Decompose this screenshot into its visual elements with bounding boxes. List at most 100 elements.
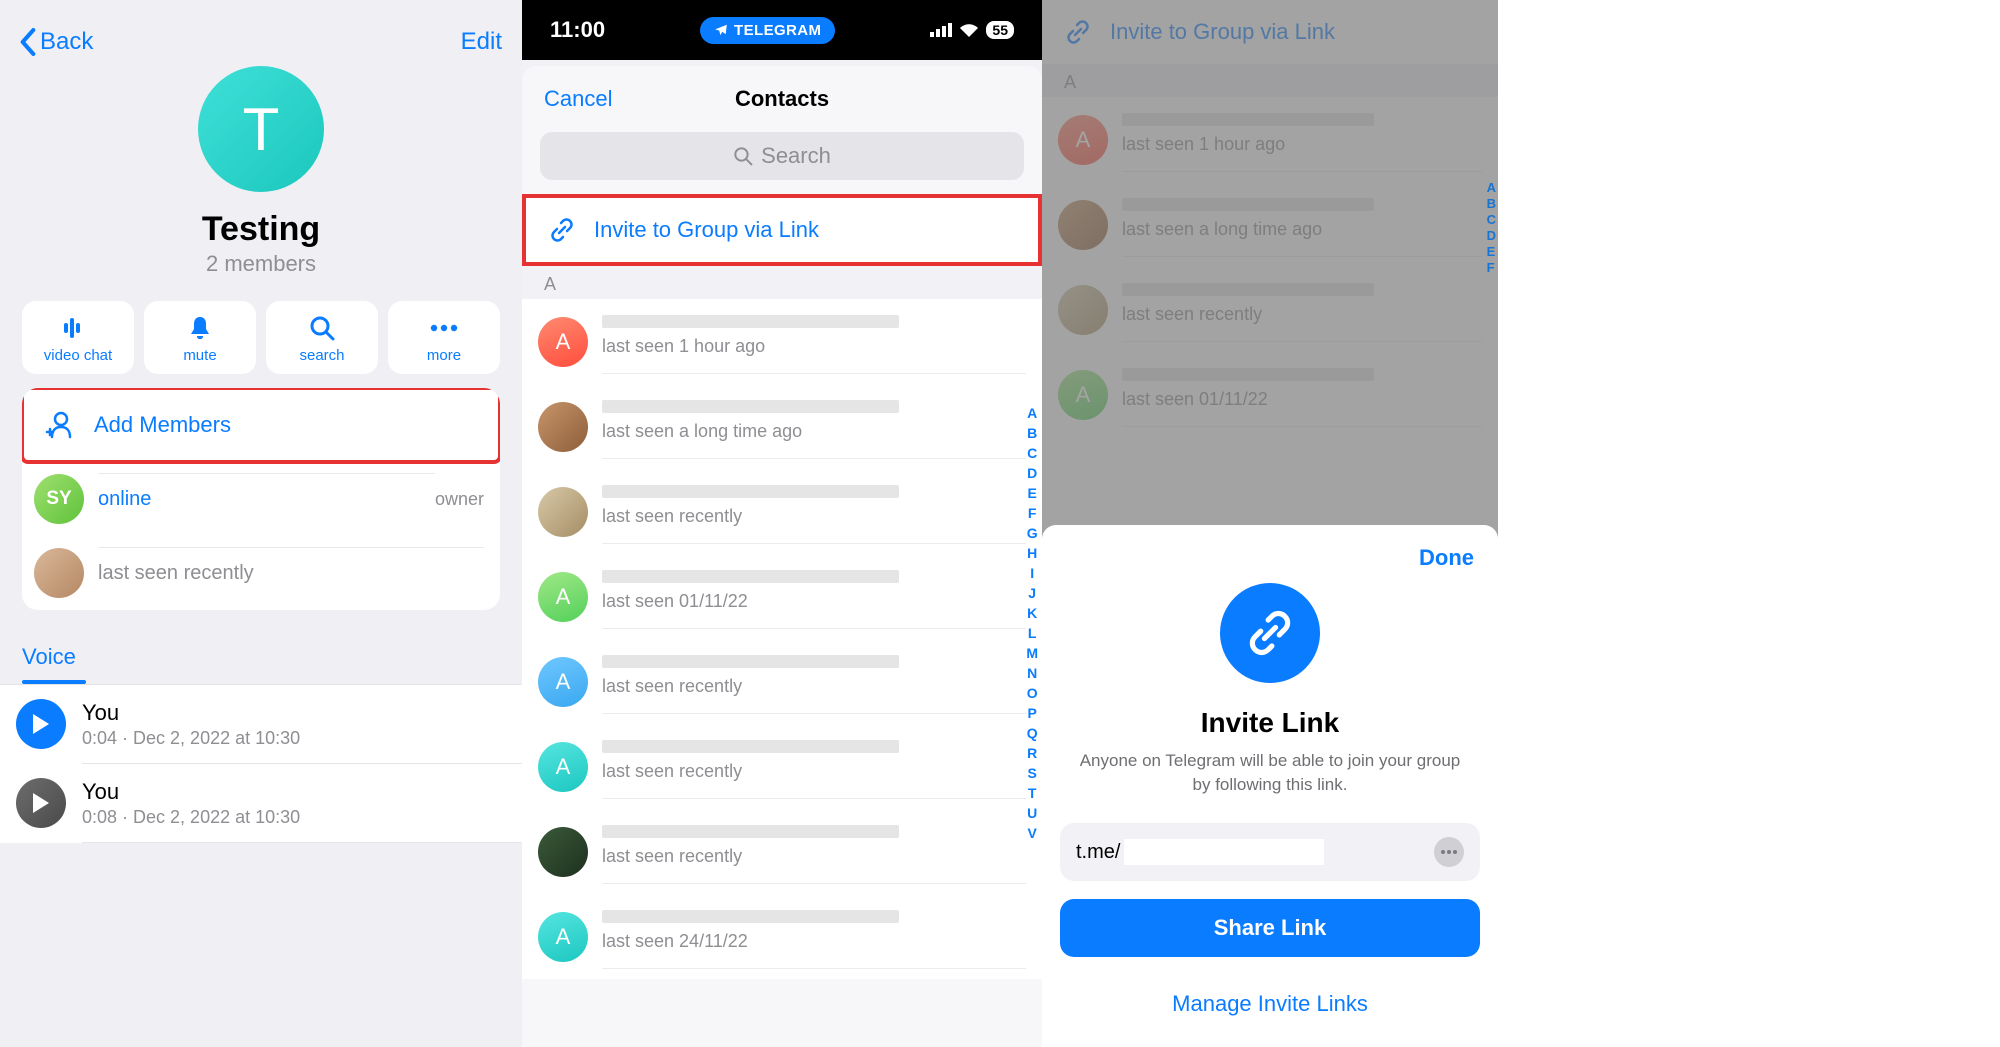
invite-link-heading: Invite Link (1042, 707, 1498, 739)
index-letter[interactable]: U (1026, 804, 1038, 822)
index-letter[interactable]: T (1026, 784, 1038, 802)
search-button[interactable]: search (266, 301, 378, 374)
member-status: online (98, 488, 435, 511)
contact-row[interactable]: last seen a long time ago (522, 384, 1042, 469)
link-options-button[interactable] (1434, 837, 1464, 867)
section-header: A (522, 266, 1042, 299)
index-letter[interactable]: F (1026, 504, 1038, 522)
index-rail: ABCDEF (1487, 180, 1496, 276)
contact-name-redacted (602, 740, 899, 753)
index-letter[interactable]: E (1026, 484, 1038, 502)
contact-row[interactable]: Alast seen recently (522, 724, 1042, 809)
member-row[interactable]: SY online owner (22, 462, 500, 536)
search-icon (733, 146, 753, 166)
contact-name-redacted (602, 825, 899, 838)
invite-link-sheet: Done Invite Link Anyone on Telegram will… (1042, 525, 1498, 1047)
voice-meta: 0:04 · Dec 2, 2022 at 10:30 (82, 728, 300, 749)
cancel-button[interactable]: Cancel (544, 86, 612, 112)
invite-via-link-button[interactable]: Invite to Group via Link (522, 194, 1042, 266)
more-label: more (388, 347, 500, 364)
contact-name-redacted (602, 655, 899, 668)
video-chat-label: video chat (22, 347, 134, 364)
avatar (34, 548, 84, 598)
action-bar: video chat mute search more (0, 301, 522, 374)
voice-item[interactable]: You0:08 · Dec 2, 2022 at 10:30 (0, 764, 522, 842)
index-letter[interactable]: A (1026, 404, 1038, 422)
app-pill: TELEGRAM (700, 17, 835, 44)
index-letter[interactable]: C (1026, 444, 1038, 462)
index-letter[interactable]: K (1026, 604, 1038, 622)
contact-status: last seen 1 hour ago (602, 336, 1026, 357)
contact-row[interactable]: Alast seen 24/11/22 (522, 894, 1042, 979)
video-chat-button[interactable]: video chat (22, 301, 134, 374)
play-icon[interactable] (16, 699, 66, 749)
index-letter[interactable]: M (1026, 644, 1038, 662)
index-letter[interactable]: Q (1026, 724, 1038, 742)
contact-row[interactable]: Alast seen 1 hour ago (522, 299, 1042, 384)
member-row[interactable]: last seen recently (22, 536, 500, 610)
avatar: SY (34, 474, 84, 524)
contact-row[interactable]: last seen recently (522, 809, 1042, 894)
voice-item[interactable]: You0:04 · Dec 2, 2022 at 10:30 (0, 685, 522, 763)
bell-icon (144, 313, 256, 343)
contact-status: last seen 24/11/22 (602, 931, 1026, 952)
voice-tab[interactable]: Voice (22, 644, 76, 684)
contact-status: last seen 01/11/22 (602, 591, 1026, 612)
contact-status: last seen recently (602, 506, 1026, 527)
contact-status: last seen recently (602, 846, 1026, 867)
battery-icon: 55 (986, 21, 1014, 39)
contact-status: last seen a long time ago (602, 421, 1026, 442)
index-letter[interactable]: N (1026, 664, 1038, 682)
member-role: owner (435, 489, 484, 510)
index-letter[interactable]: D (1026, 464, 1038, 482)
contact-row[interactable]: Alast seen 01/11/22 (522, 554, 1042, 639)
member-count: 2 members (0, 251, 522, 277)
contact-row[interactable]: Alast seen recently (522, 639, 1042, 724)
mute-button[interactable]: mute (144, 301, 256, 374)
more-button[interactable]: more (388, 301, 500, 374)
contact-list: Alast seen 1 hour ago last seen a long ti… (522, 299, 1042, 979)
status-bar: 11:00 TELEGRAM 55 (522, 0, 1042, 60)
members-card: Add Members SY online owner last seen re… (22, 388, 500, 610)
back-button[interactable]: Back (20, 28, 93, 56)
search-label: search (266, 347, 378, 364)
telegram-icon (714, 23, 728, 37)
index-letter[interactable]: R (1026, 744, 1038, 762)
index-letter: F (1487, 260, 1496, 276)
contact-name-redacted (602, 315, 899, 328)
link-suffix-redacted (1124, 839, 1324, 865)
index-letter[interactable]: L (1026, 624, 1038, 642)
index-letter: A (1487, 180, 1496, 196)
play-icon[interactable] (16, 778, 66, 828)
contact-row[interactable]: last seen recently (522, 469, 1042, 554)
index-letter[interactable]: I (1026, 564, 1038, 582)
index-letter[interactable]: J (1026, 584, 1038, 602)
add-members-button[interactable]: Add Members (22, 388, 500, 464)
index-letter[interactable]: G (1026, 524, 1038, 542)
index-letter[interactable]: S (1026, 764, 1038, 782)
contact-status: last seen recently (602, 676, 1026, 697)
share-link-button[interactable]: Share Link (1060, 899, 1480, 957)
mute-label: mute (144, 347, 256, 364)
index-letter[interactable]: B (1026, 424, 1038, 442)
index-letter[interactable]: H (1026, 544, 1038, 562)
voice-meta: 0:08 · Dec 2, 2022 at 10:30 (82, 807, 300, 828)
index-letter: B (1487, 196, 1496, 212)
index-letter[interactable]: O (1026, 684, 1038, 702)
manage-links-button[interactable]: Manage Invite Links (1042, 991, 1498, 1017)
index-letter[interactable]: P (1026, 704, 1038, 722)
wifi-icon (959, 23, 979, 38)
edit-button[interactable]: Edit (461, 28, 502, 56)
group-avatar[interactable]: T (198, 66, 324, 192)
contact-name-redacted (602, 485, 899, 498)
invite-via-link-label: Invite to Group via Link (594, 217, 819, 243)
index-letter[interactable]: V (1026, 824, 1038, 842)
link-field[interactable]: t.me/ (1060, 823, 1480, 881)
search-input[interactable]: Search (540, 132, 1024, 180)
avatar (538, 402, 588, 452)
avatar: A (538, 742, 588, 792)
add-person-icon (44, 410, 74, 440)
done-button[interactable]: Done (1042, 525, 1498, 571)
avatar: A (538, 572, 588, 622)
index-rail[interactable]: ABCDEFGHIJKLMNOPQRSTUV (1026, 404, 1038, 842)
